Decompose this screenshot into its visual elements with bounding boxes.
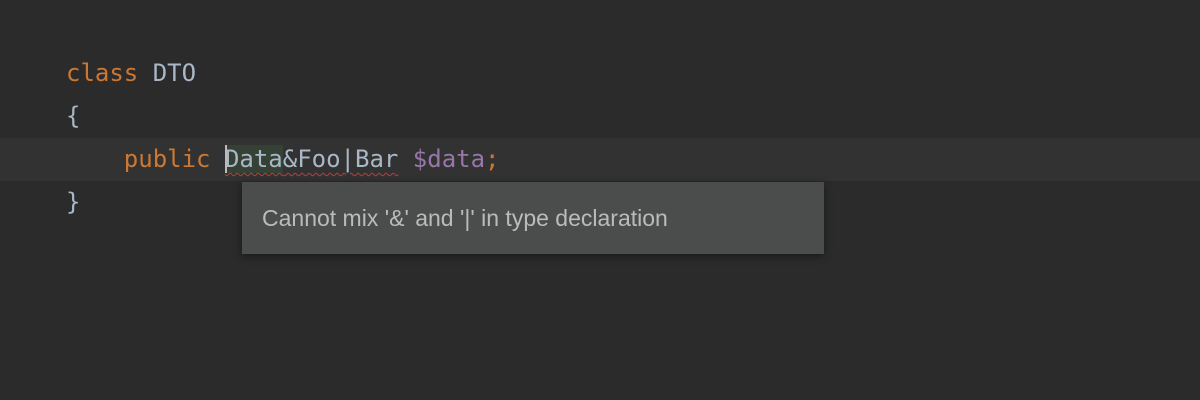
open-brace: { [66, 102, 81, 130]
type-declaration-error[interactable]: Data&Foo|Bar [224, 145, 399, 173]
property-variable: $data [412, 145, 486, 173]
keyword-class: class [66, 59, 139, 87]
text-caret [224, 145, 227, 173]
error-tooltip-message: Cannot mix '&' and '|' in type declarati… [262, 205, 668, 231]
code-line-content: class DTO [66, 52, 196, 95]
keyword-public: public [123, 145, 211, 173]
semicolon: ; [485, 145, 500, 173]
type-name-data: Data [224, 145, 283, 173]
error-tooltip: Cannot mix '&' and '|' in type declarati… [242, 182, 824, 254]
code-editor[interactable]: class DTO { public Data&Foo|Bar $data; }… [0, 0, 1200, 400]
code-line-1[interactable]: class DTO [0, 52, 1200, 95]
code-line-content: } [66, 181, 80, 224]
code-line-2[interactable]: { [0, 95, 1200, 138]
code-line-content: { [66, 95, 80, 138]
code-line-3-current[interactable]: public Data&Foo|Bar $data; [0, 138, 1200, 181]
close-brace: } [66, 188, 81, 216]
class-name: DTO [152, 59, 197, 87]
type-name-rest: &Foo|Bar [282, 145, 399, 173]
code-line-content: public Data&Foo|Bar $data; [66, 138, 500, 181]
